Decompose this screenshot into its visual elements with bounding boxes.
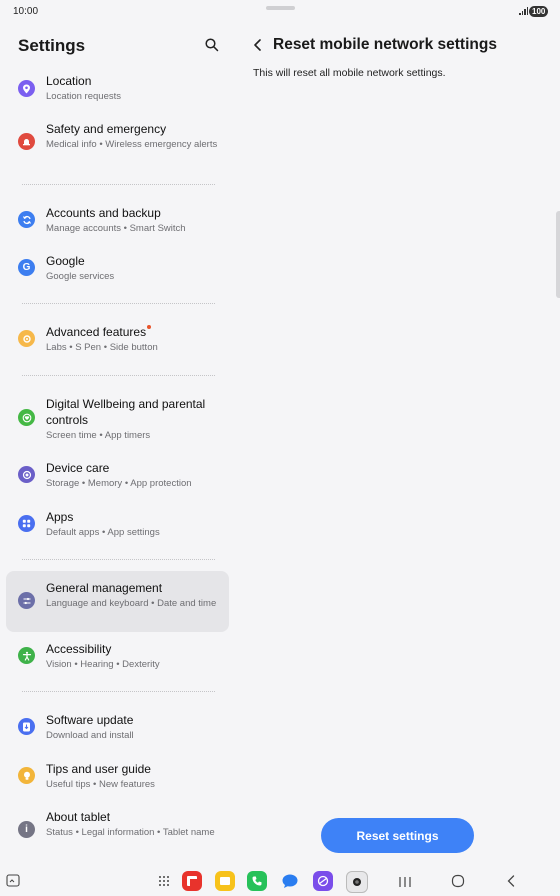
drag-handle[interactable] (266, 6, 295, 10)
item-subtitle: Status • Legal information • Tablet name (46, 827, 215, 838)
item-title: Location (46, 74, 92, 88)
item-subtitle: Language and keyboard • Date and time (46, 598, 217, 609)
app-phone-icon[interactable] (247, 871, 267, 891)
item-title: Safety and emergency (46, 122, 167, 136)
settings-item-advanced-features[interactable]: Advanced features Labs • S Pen • Side bu… (6, 323, 228, 363)
sync-icon (18, 211, 35, 228)
page-description: This will reset all mobile network setti… (253, 67, 446, 79)
divider (22, 184, 215, 185)
app-notes-icon[interactable] (215, 871, 235, 891)
lightbulb-icon (18, 767, 35, 784)
item-title: Accounts and backup (46, 206, 161, 220)
reset-settings-button[interactable]: Reset settings (321, 818, 474, 853)
item-title: General management (46, 581, 163, 595)
divider (22, 691, 215, 692)
divider (22, 303, 215, 304)
settings-item-digital-wellbeing[interactable]: Digital Wellbeing and parental controls … (6, 395, 228, 443)
item-subtitle: Labs • S Pen • Side button (46, 342, 158, 353)
item-subtitle: Google services (46, 271, 115, 282)
device-care-icon (18, 466, 35, 483)
signal-icon (519, 7, 529, 15)
google-icon: G (18, 259, 35, 276)
item-subtitle: Default apps • App settings (46, 527, 160, 538)
item-title: Software update (46, 713, 134, 727)
app-messages-icon[interactable] (280, 871, 300, 891)
update-icon (18, 718, 35, 735)
accessibility-icon (18, 647, 35, 664)
battery-icon: 100 (529, 6, 549, 17)
divider (22, 559, 215, 560)
recent-apps-button[interactable] (398, 875, 412, 893)
item-title: Tips and user guide (46, 762, 151, 776)
heart-circle-icon (18, 409, 35, 426)
chevron-left-icon (254, 39, 261, 51)
item-subtitle: Vision • Hearing • Dexterity (46, 659, 160, 670)
back-nav-button[interactable] (505, 874, 517, 893)
navigation-bar (0, 866, 560, 896)
settings-item-location[interactable]: Location Location requests (6, 72, 228, 112)
settings-item-accessibility[interactable]: Accessibility Vision • Hearing • Dexteri… (6, 640, 228, 680)
home-button[interactable] (451, 874, 465, 893)
screenshot-icon[interactable] (6, 874, 20, 893)
app-internet-icon[interactable] (313, 871, 333, 891)
gear-plus-icon (18, 330, 35, 347)
item-subtitle: Screen time • App timers (46, 430, 151, 441)
settings-title: Settings (18, 36, 86, 55)
sliders-icon (18, 592, 35, 609)
search-button[interactable] (204, 37, 220, 53)
apps-grid-icon (18, 515, 35, 532)
item-title: Advanced features (46, 324, 226, 340)
settings-item-apps[interactable]: Apps Default apps • App settings (6, 508, 228, 548)
settings-item-accounts[interactable]: Accounts and backup Manage accounts • Sm… (6, 204, 228, 244)
settings-item-general-management[interactable]: General management Language and keyboard… (6, 579, 228, 625)
search-icon (205, 38, 219, 52)
item-subtitle: Download and install (46, 730, 134, 741)
back-button[interactable] (250, 37, 266, 53)
item-subtitle: Manage accounts • Smart Switch (46, 223, 186, 234)
siren-icon (18, 133, 35, 150)
item-subtitle: Storage • Memory • App protection (46, 478, 192, 489)
item-title: Device care (46, 461, 110, 475)
item-title: Apps (46, 510, 74, 524)
page-title: Reset mobile network settings (273, 36, 497, 53)
item-title: About tablet (46, 810, 111, 824)
item-title: Digital Wellbeing and parental controls (46, 397, 206, 427)
info-icon: i (18, 821, 35, 838)
settings-item-software-update[interactable]: Software update Download and install (6, 711, 228, 751)
item-title: Google (46, 254, 85, 268)
item-subtitle: Medical info • Wireless emergency alerts (46, 139, 218, 150)
divider (22, 375, 215, 376)
settings-item-tips[interactable]: Tips and user guide Useful tips • New fe… (6, 760, 228, 800)
app-flipboard-icon[interactable] (182, 871, 202, 891)
location-pin-icon (18, 80, 35, 97)
item-subtitle: Useful tips • New features (46, 779, 155, 790)
settings-item-device-care[interactable]: Device care Storage • Memory • App prote… (6, 459, 228, 499)
item-title: Accessibility (46, 642, 112, 656)
status-bar: 10:00 100 (0, 0, 560, 24)
settings-item-google[interactable]: G Google Google services (6, 252, 228, 292)
app-drawer-icon[interactable] (158, 874, 170, 892)
status-time: 10:00 (13, 6, 39, 17)
app-camera-icon[interactable] (346, 871, 368, 893)
new-badge-dot (147, 325, 152, 329)
settings-item-safety[interactable]: Safety and emergency Medical info • Wire… (6, 120, 228, 166)
settings-item-about-tablet[interactable]: i About tablet Status • Legal informatio… (6, 808, 228, 854)
scrollbar[interactable] (556, 211, 560, 298)
item-subtitle: Location requests (46, 91, 121, 102)
